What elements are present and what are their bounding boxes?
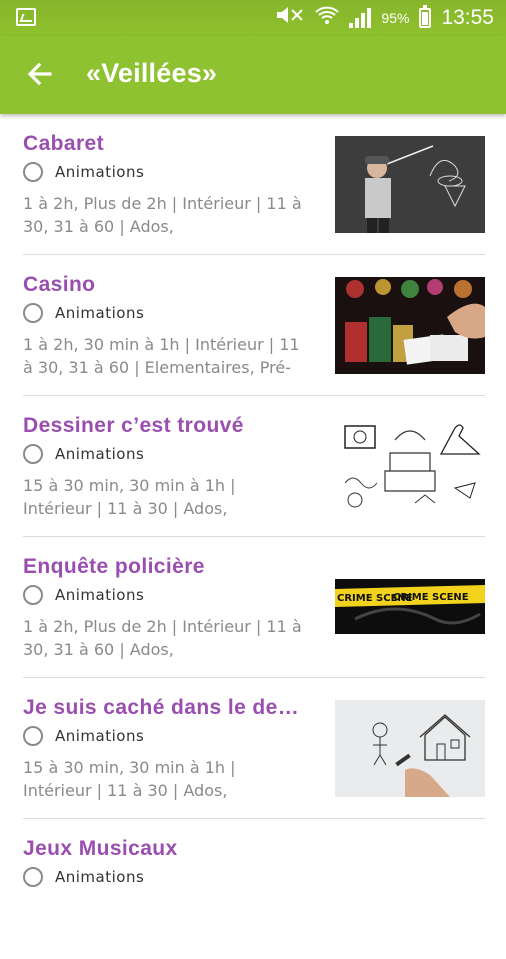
item-description: 15 à 30 min, 30 min à 1h | Intérieur | 1…: [23, 758, 236, 800]
item-category: Animations: [55, 586, 145, 604]
mute-icon: [275, 5, 305, 31]
page-title: «Veillées»: [86, 58, 218, 88]
ball-icon: [23, 162, 43, 182]
item-description: 15 à 30 min, 30 min à 1h | Intérieur | 1…: [23, 476, 236, 518]
list-item[interactable]: Jeux Musicaux Animations: [23, 819, 485, 959]
battery-percent: 95%: [381, 10, 410, 26]
crime-tape-text-2: CRIME SCENE: [393, 592, 469, 603]
crime-scene-thumbnail: CRIME SCENE CRIME SCENE: [335, 559, 485, 656]
ball-icon: [23, 303, 43, 323]
item-category: Animations: [55, 304, 145, 322]
clock: 13:55: [441, 6, 494, 29]
list-item[interactable]: Je suis caché dans le de… Animations 15 …: [23, 678, 485, 819]
app-bar: «Veillées»: [0, 36, 506, 114]
ball-icon: [23, 726, 43, 746]
casino-thumbnail: [335, 277, 485, 374]
list-item[interactable]: Dessiner c’est trouvé Animations 15 à 30…: [23, 396, 485, 537]
drawing-thumbnail: [335, 418, 485, 515]
activity-list: Cabaret Animations 1 à 2h, Plus de 2h | …: [0, 114, 506, 959]
item-title: Casino: [23, 273, 96, 296]
item-category: Animations: [55, 445, 145, 463]
item-title: Je suis caché dans le de…: [23, 696, 300, 719]
item-title: Enquête policière: [23, 555, 205, 578]
item-description: 1 à 2h, Plus de 2h | Intérieur | 11 à 30…: [23, 617, 302, 659]
cabaret-thumbnail: [335, 136, 485, 233]
back-arrow-icon[interactable]: [24, 58, 56, 90]
list-item[interactable]: Casino Animations 1 à 2h, 30 min à 1h | …: [23, 255, 485, 396]
item-description: 1 à 2h, 30 min à 1h | Intérieur | 11 à 3…: [23, 335, 300, 377]
item-title: Dessiner c’est trouvé: [23, 414, 244, 437]
item-category: Animations: [55, 163, 145, 181]
ball-icon: [23, 867, 43, 887]
wifi-icon: [315, 5, 340, 31]
list-item[interactable]: Enquête policière Animations 1 à 2h, Plu…: [23, 537, 485, 678]
item-title: Cabaret: [23, 132, 104, 155]
item-category: Animations: [55, 868, 145, 886]
signal-icon: [349, 8, 372, 28]
status-bar: 95% 13:55: [0, 0, 506, 36]
ball-icon: [23, 444, 43, 464]
hidden-drawing-thumbnail: [335, 700, 485, 797]
item-title: Jeux Musicaux: [23, 837, 178, 860]
gallery-notification-icon: [16, 8, 36, 26]
battery-icon: [419, 5, 432, 28]
ball-icon: [23, 585, 43, 605]
item-category: Animations: [55, 727, 145, 745]
list-item[interactable]: Cabaret Animations 1 à 2h, Plus de 2h | …: [23, 114, 485, 255]
item-description: 1 à 2h, Plus de 2h | Intérieur | 11 à 30…: [23, 194, 302, 236]
